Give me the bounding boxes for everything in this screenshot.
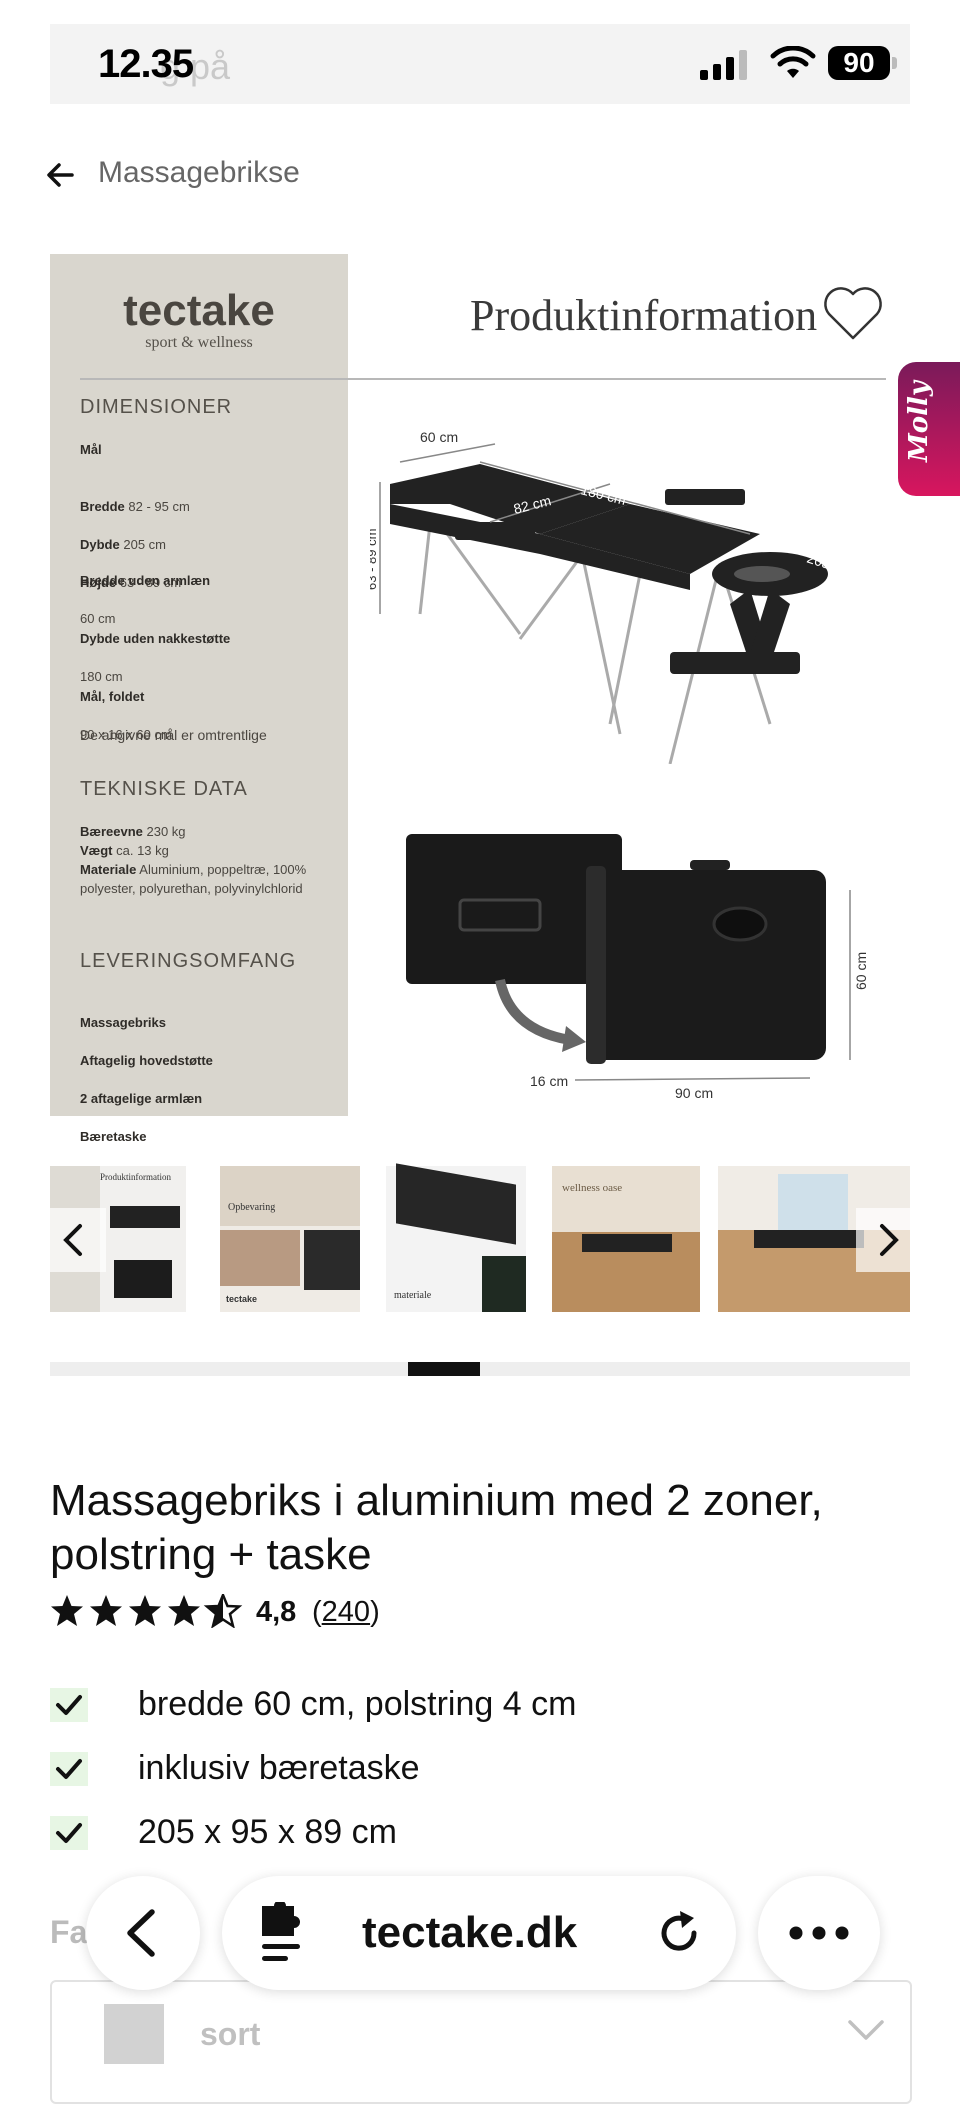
color-swatch [104,2004,164,2064]
spec-note: De angivne mål er omtrentlige [80,727,267,743]
thumbnail-caption: materiale [394,1290,432,1301]
thumbnail-strip: Produktinformation Opbevaring tectake ma… [46,1163,916,1312]
check-icon [50,1752,88,1786]
half-star-icon [205,1594,241,1628]
reload-icon[interactable] [654,1908,704,1958]
carry-case-illustration: 16 cm 90 cm 60 cm [406,834,869,1100]
battery-indicator: 90 [828,46,890,80]
section-delivery-title: LEVERINGSOMFANG [80,950,297,972]
spec-value: 230 kg [146,824,186,839]
delivery-item: Aftagelig hovedstøtte [80,1053,213,1068]
carousel-progress-indicator [408,1362,480,1376]
spec-label: Mål, foldet [80,689,145,704]
thumbnail-3[interactable]: materiale [386,1163,526,1312]
variant-label: Fa [50,1914,88,1950]
thumbnail-caption: wellness oase [562,1182,623,1194]
feature-item: bredde 60 cm, polstring 4 cm [138,1685,577,1723]
dim-label-height: 63 - 89 cm [370,529,379,590]
spec-maal: Mål [80,442,102,457]
browser-more-button[interactable] [758,1876,880,1990]
carousel-progress [50,1362,910,1376]
brand-tagline: sport & wellness [145,334,253,351]
chevron-down-icon [848,2020,884,2040]
massage-table-illustration: 60 cm 180 cm 82 cm 205 cm 63 - 89 cm [370,429,854,764]
dim-label-case-height: 60 cm [853,952,869,990]
molly-label: Molly [904,381,934,462]
star-icon [129,1595,161,1626]
check-icon [50,1688,88,1722]
product-title: Massagebriks i aluminium med 2 zoner, po… [50,1476,823,1579]
spec-label: Dybde uden nakkestøtte [80,631,231,646]
status-bar: g på 12.35 90 [50,24,910,104]
spec-value: ca. 13 kg [116,843,169,858]
back-arrow-icon[interactable] [46,160,74,190]
wifi-icon [770,46,816,78]
brand-logo: tectake [123,286,275,335]
dim-label-case-depth: 16 cm [530,1073,568,1089]
thumbnail-brand: tectake [226,1294,258,1304]
spec-value: 82 - 95 cm [128,499,190,514]
spec-label: Materiale [80,862,137,877]
spec-label: Bredde uden armlæn [80,573,211,588]
divider [80,378,886,380]
battery-cap [892,57,897,69]
browser-domain: tectake.dk [362,1908,578,1957]
star-icon [168,1595,200,1626]
star-icon [90,1595,122,1626]
product-image-main[interactable]: tectake sport & wellness DIMENSIONER Mål… [50,254,910,1144]
delivery-list: Massagebriks Aftagelig hovedstøtte 2 aft… [80,994,213,1165]
review-count: 240 [321,1596,371,1628]
spec-value: 205 cm [123,537,166,552]
spec-folded-block: Mål, foldet 90 x 16 x 60 cm [80,668,172,763]
chevron-left-icon [127,1909,155,1957]
review-count-link[interactable]: (240) [312,1596,380,1629]
delivery-item: 2 aftagelige armlæn [80,1091,203,1106]
browser-address-bar[interactable]: tectake.dk [222,1876,736,1990]
delivery-item: Massagebriks [80,1015,166,1030]
delivery-item: Bæretaske [80,1129,147,1144]
breadcrumb-category-link[interactable]: Massagebrikse [98,156,300,190]
status-time: 12.35 [98,42,194,86]
rating-stars [51,1594,241,1628]
rating-value: 4,8 [256,1596,297,1628]
spec-label: Bæreevne [80,824,143,839]
cellular-signal-icon [700,50,747,80]
spec-label: Vægt [80,843,113,858]
thumbnail-4[interactable]: wellness oase [552,1166,700,1312]
extension-icon[interactable] [256,1902,308,1964]
dim-label-case-width: 90 cm [675,1085,713,1100]
thumbnail-2[interactable]: Opbevaring tectake [220,1166,360,1312]
color-select-value: sort [200,2016,261,2052]
color-select[interactable]: sort [50,1980,912,2104]
thumbnail-caption: Opbevaring [228,1202,276,1213]
feature-item: 205 x 95 x 89 cm [138,1813,397,1851]
section-technical-title: TEKNISKE DATA [80,778,248,800]
product-info-heading: Produktinformation [470,291,818,340]
more-icon [789,1926,849,1940]
thumbnail-caption: Produktinformation [100,1172,171,1182]
thumbnail-next-button[interactable] [856,1208,916,1272]
heart-icon[interactable] [822,284,884,342]
spec-label: Dybde [80,537,120,552]
feature-item: inklusiv bæretaske [138,1749,420,1787]
star-icon [51,1595,83,1626]
check-icon [50,1816,88,1850]
browser-back-button[interactable] [86,1876,200,1990]
dim-label-width: 60 cm [420,429,458,445]
thumbnail-prev-button[interactable] [46,1208,106,1272]
spec-technical-block: Bæreevne 230 kg Vægt ca. 13 kg Materiale… [80,822,320,898]
molly-assistant-tab[interactable]: Molly [898,362,960,496]
spec-panel: tectake sport & wellness DIMENSIONER Mål… [50,254,348,1144]
spec-label: Bredde [80,499,125,514]
section-dimensions-title: DIMENSIONER [80,396,233,418]
